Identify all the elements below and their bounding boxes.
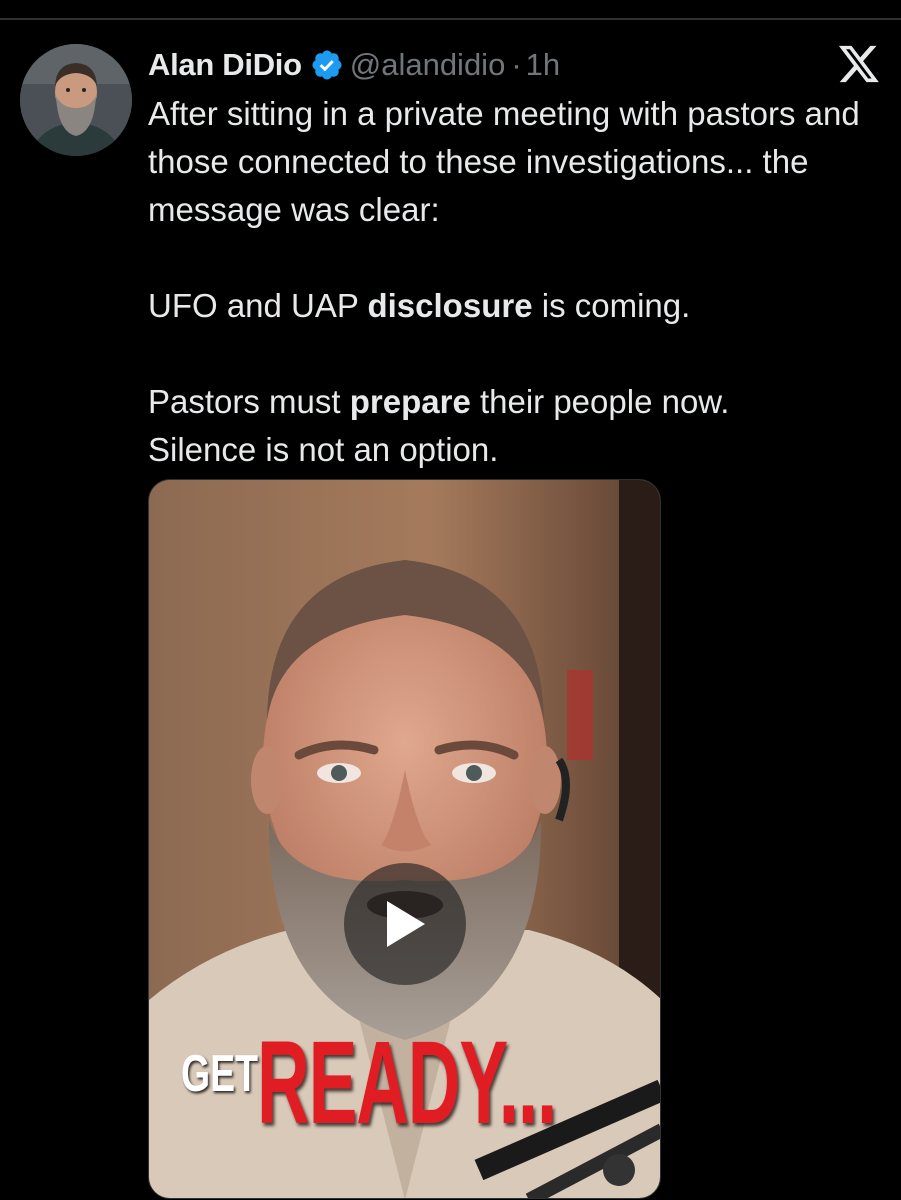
tweet-timestamp[interactable]: 1h [526, 47, 560, 83]
tweet-header: Alan DiDio @alandidio · 1h [148, 43, 560, 87]
emphasis-prepare: prepare [349, 383, 471, 420]
paragraph-2-text-a: UFO and UAP [148, 287, 368, 324]
author-display-name[interactable]: Alan DiDio [148, 47, 302, 83]
tweet-paragraph-1: After sitting in a private meeting with … [148, 95, 860, 228]
video-caption: GET READY... [181, 1017, 660, 1149]
tweet-text: After sitting in a private meeting with … [148, 90, 868, 474]
tweet-paragraph-3: Pastors must prepare their people now. [148, 378, 868, 426]
author-handle[interactable]: @alandidio [350, 47, 506, 83]
verified-badge-icon [310, 48, 344, 82]
tweet-card[interactable]: Alan DiDio @alandidio · 1h After sitting… [0, 0, 901, 1199]
author-avatar[interactable] [20, 44, 132, 156]
video-thumbnail[interactable]: GET READY... [148, 479, 661, 1199]
caption-ready: READY... [257, 1017, 557, 1149]
x-logo-icon[interactable] [836, 44, 882, 84]
tweet-paragraph-2: UFO and UAP disclosure is coming. [148, 282, 868, 330]
caption-get: GET [181, 1045, 258, 1103]
paragraph-2-text-b: is coming. [532, 287, 691, 324]
emphasis-disclosure: disclosure [367, 287, 533, 324]
paragraph-3-text-a: Pastors must [148, 383, 350, 420]
separator-dot: · [511, 47, 522, 82]
tweet-paragraph-4: Silence is not an option. [148, 431, 499, 468]
paragraph-3-text-b: their people now. [470, 383, 730, 420]
play-button[interactable] [344, 863, 466, 985]
play-icon [387, 901, 425, 947]
